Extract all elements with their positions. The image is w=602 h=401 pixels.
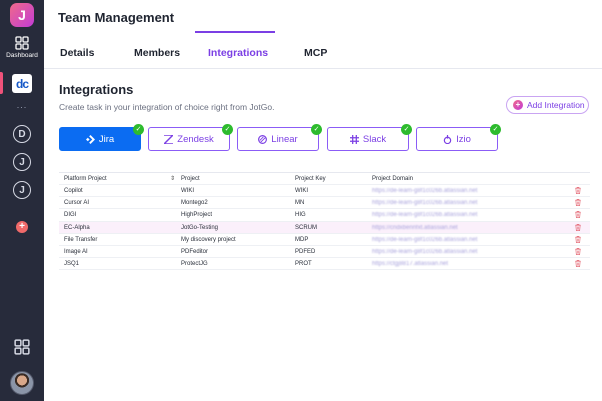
cell-project-domain: https://de-learn-g8f1c026b.atlassian.net [372,188,478,194]
cell-project: WIKI [181,188,194,194]
tab-integrations[interactable]: Integrations [208,47,268,59]
table-row[interactable]: JSQ1 ProtectJG PROT https://ctgj8817.atlass… [59,258,590,271]
app-logo[interactable]: J [10,3,34,27]
table-header-row: Platform Project ⇕ Project Project Key P… [59,173,590,185]
cell-project-domain: https://de-learn-g8f1c026b.atlassian.net [372,212,478,219]
add-workspace-button[interactable]: + [16,221,28,233]
cell-platform-project: DIGI [64,212,77,219]
cell-project-key: SCRUM [295,224,317,231]
table-row[interactable]: EC-Alpha JotGo-Testing SCRUM https://cndxbe… [59,221,590,234]
cell-platform-project: EC-Alpha [64,224,90,231]
slack-icon [349,134,359,144]
more-dots[interactable]: ... [0,100,44,110]
cell-project-key: MDP [295,236,309,243]
sidebar-item-workspace-j1[interactable]: J [13,153,31,171]
delete-icon[interactable] [575,235,581,243]
sidebar: J Dashboard dc ... D J J + [0,0,44,401]
table-row[interactable]: File Transfer My discovery project MDP http… [59,234,590,246]
cell-project-key: WIKI [295,188,308,194]
sidebar-item-workspace-j2[interactable]: J [13,181,31,199]
plus-icon: + [513,100,523,110]
table-row[interactable]: Copilot WIKI WIKI https://de-learn-g8f1c026… [59,185,590,198]
cell-platform-project: Copilot [64,188,83,194]
cell-project-key: HIG [295,212,306,219]
avatar[interactable] [10,371,34,395]
section-subtitle: Create task in your integration of choic… [59,102,275,112]
sidebar-item-workspace-dc[interactable]: dc [12,74,32,93]
integration-card-zendesk[interactable]: Zendesk ✓ [148,124,233,151]
add-integration-button[interactable]: + Add Integration [506,96,589,114]
izio-icon [443,134,452,144]
zendesk-icon [164,134,174,144]
cell-platform-project: JSQ1 [64,261,80,268]
sort-icon[interactable]: ⇕ [170,175,175,182]
cell-platform-project: Image AI [64,248,88,255]
delete-icon[interactable] [575,187,581,194]
cell-project: PDFeditor [181,248,209,255]
active-indicator [0,72,3,94]
delete-icon[interactable] [575,260,581,268]
connected-check-icon: ✓ [133,124,144,135]
connected-check-icon: ✓ [311,124,322,135]
connected-check-icon: ✓ [490,124,501,135]
table-row[interactable]: Image AI PDFeditor PDFED https://de-learn-g… [59,246,590,259]
cell-project-domain: https://de-learn-g8f1c026b.atlassian.net [372,200,478,207]
delete-icon[interactable] [575,199,581,207]
active-tab-underline [195,31,275,33]
column-header-project: Project [181,176,200,182]
tab-members[interactable]: Members [134,47,180,59]
table-body: Copilot WIKI WIKI https://de-learn-g8f1c026… [59,185,590,271]
projects-table: Platform Project ⇕ Project Project Key P… [59,172,590,271]
cell-project-key: PROT [295,261,312,268]
cell-project-key: MN [295,200,305,207]
apps-grid-icon[interactable] [14,339,30,355]
sidebar-item-label: Dashboard [6,52,38,59]
tab-details[interactable]: Details [60,47,94,59]
cell-platform-project: Cursor AI [64,200,90,207]
integration-card-linear[interactable]: Linear ✓ [237,124,322,151]
cell-project-key: PDFED [295,248,316,255]
connected-check-icon: ✓ [401,124,412,135]
cell-project-domain: https://ctgj8817.atlassian.net [372,261,449,268]
delete-icon[interactable] [575,211,581,219]
cell-project-domain: https://de-learn-g8f1c026b.atlassian.net [372,236,478,243]
delete-icon[interactable] [575,223,581,231]
table-row[interactable]: Cursor AI Montego2 MN https://de-learn-g8f1… [59,197,590,210]
sidebar-item-dashboard[interactable]: Dashboard [0,36,44,59]
integration-card-jira[interactable]: Jira ✓ [59,124,144,151]
cell-platform-project: File Transfer [64,236,98,243]
jira-icon [85,134,95,144]
tab-bar: Details Members Integrations MCP [44,36,602,69]
sidebar-item-workspace-d[interactable]: D [13,125,31,143]
section-title: Integrations [59,82,134,97]
cell-project: ProtectJG [181,261,208,268]
column-header-platform-project[interactable]: Platform Project [64,176,107,182]
cell-project: My discovery project [181,236,236,243]
linear-icon [258,134,268,144]
column-header-project-domain: Project Domain [372,176,414,182]
cell-project: HighProject [181,212,213,219]
cell-project: JotGo-Testing [181,224,219,231]
delete-icon[interactable] [575,248,581,255]
column-header-project-key: Project Key [295,176,326,182]
tab-mcp[interactable]: MCP [304,47,327,59]
integration-card-slack[interactable]: Slack ✓ [327,124,412,151]
page-title: Team Management [58,10,175,25]
connected-check-icon: ✓ [222,124,233,135]
cell-project-domain: https://cndxbennfxt.atlassian.net [372,224,458,231]
cell-project: Montego2 [181,200,208,207]
integration-card-izio[interactable]: Izio ✓ [416,124,501,151]
dashboard-icon [15,36,29,50]
cell-project-domain: https://de-learn-g8f1c026b.atlassian.net [372,248,478,255]
table-row[interactable]: DIGI HighProject HIG https://de-learn-g8f1c… [59,209,590,222]
